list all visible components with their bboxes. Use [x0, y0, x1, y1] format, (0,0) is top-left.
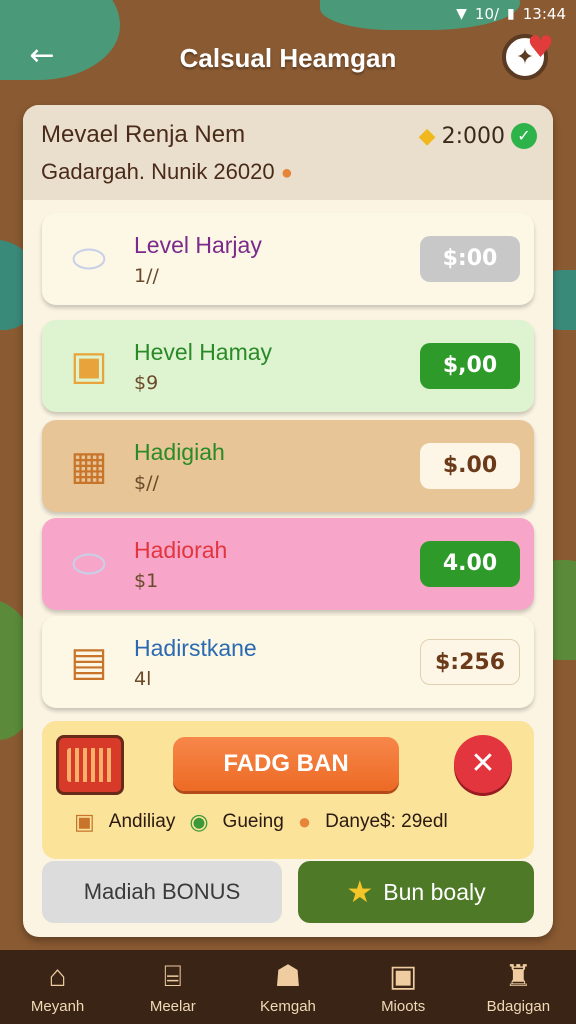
shop-item[interactable]: ▦ Hadigiah $// $.00 — [42, 420, 534, 512]
scroll-icon: ⬭ — [71, 541, 107, 587]
shop-panel: Mevael Renja Nem Gadargah. Nunik 26020 ●… — [23, 105, 553, 937]
nav-label: Kemgah — [260, 998, 316, 1015]
nav-item-home[interactable]: ⌂ Meyanh — [8, 960, 108, 1015]
nav-item-castle[interactable]: ♜ Bdagigan — [468, 959, 568, 1015]
shop-icon: ⌸ — [163, 959, 182, 993]
panel-header: Mevael Renja Nem Gadargah. Nunik 26020 ●… — [23, 105, 553, 200]
perk-label: Danye$: 29edl — [325, 811, 448, 832]
star-icon: ★ — [346, 875, 374, 909]
box-icon: ▣ — [74, 809, 95, 834]
nav-item-cat[interactable]: ☗ Kemgah — [238, 959, 338, 1015]
item-buy-button[interactable]: $:00 — [420, 236, 520, 282]
panel-subtitle: Gadargah. Nunik 26020 ● — [41, 159, 535, 185]
scroll-icon: ⬭ — [71, 236, 107, 282]
status-time: 13:44 — [522, 5, 566, 23]
nav-label: Meyanh — [30, 997, 85, 1015]
bonus-button[interactable]: Madiah BONUS — [42, 861, 282, 923]
peach-icon: ● — [280, 162, 293, 184]
item-buy-button[interactable]: $.00 — [420, 443, 520, 489]
bottom-buttons: Madiah BONUS ★ Bun boaly — [42, 861, 534, 923]
coins-icon: ◉ — [189, 809, 209, 834]
perk-label: Andiliay — [108, 811, 176, 832]
radio-icon — [56, 735, 124, 795]
parcel-icon: ▤ — [70, 639, 108, 685]
back-arrow-icon: ← — [29, 38, 55, 73]
currency-value: 2:000 — [441, 123, 505, 149]
close-icon: ✕ — [470, 746, 496, 781]
chest-icon: ▣ — [70, 343, 108, 389]
nav-label: Meelar — [149, 997, 196, 1015]
shop-item[interactable]: ▣ Hevel Hamay $9 $,00 — [42, 320, 534, 412]
perk-label: Gueing — [222, 811, 284, 832]
castle-icon: ♜ — [504, 960, 532, 993]
back-button[interactable]: ← — [24, 38, 60, 74]
wifi-icon: ▼ — [456, 6, 467, 22]
battery-icon: ▮ — [507, 6, 515, 22]
item-buy-button[interactable]: $,00 — [420, 343, 520, 389]
item-buy-button[interactable]: $:256 — [420, 639, 520, 685]
shop-item[interactable]: ⬭ Level Harjay 1// $:00 — [42, 213, 534, 305]
buy-button-label: Bun boaly — [383, 878, 486, 905]
nav-item-shop[interactable]: ⌸ Meelar — [123, 960, 223, 1015]
status-bar: ▼ 10/ ▮ 13:44 — [0, 0, 576, 28]
promo-button[interactable]: FADG BAN — [173, 737, 399, 791]
promo-banner: FADG BAN ✕ ▣ Andiliay ◉ Gueing ● Danye$:… — [42, 721, 534, 859]
shop-item[interactable]: ▤ Hadirstkane 4l $:256 — [42, 616, 534, 708]
gem-icon: ◆ — [418, 123, 436, 149]
header: ← Calsual Heamgan ✦ ♥ — [0, 30, 576, 84]
quest-icon: ▣ — [388, 960, 418, 993]
network-label: 10/ — [474, 5, 500, 23]
item-buy-button[interactable]: 4.00 — [420, 541, 520, 587]
home-icon: ⌂ — [48, 959, 67, 993]
buy-button[interactable]: ★ Bun boaly — [298, 861, 534, 923]
nav-label: Mioots — [381, 998, 426, 1015]
shop-item[interactable]: ⬭ Hadiorah $1 4.00 — [42, 518, 534, 610]
check-icon: ✓ — [511, 123, 537, 149]
bottom-nav: ⌂ Meyanh ⌸ Meelar ☗ Kemgah ▣ Mioots ♜ Bd… — [0, 950, 576, 1024]
cat-icon: ☗ — [274, 960, 302, 993]
heart-icon: ♥ — [527, 30, 554, 65]
panel-subtitle-text: Gadargah. Nunik 26020 — [41, 159, 275, 184]
promo-close-button[interactable]: ✕ — [454, 735, 512, 793]
favorite-button[interactable]: ✦ ♥ — [502, 30, 554, 80]
nav-item-quests[interactable]: ▣ Mioots — [353, 959, 453, 1015]
gift-box-icon: ▦ — [70, 443, 108, 489]
peach-icon: ● — [297, 809, 312, 834]
nav-label: Bdagigan — [486, 998, 551, 1015]
currency-display: ◆ 2:000 ✓ — [419, 123, 537, 149]
promo-perks: ▣ Andiliay ◉ Gueing ● Danye$: 29edl — [74, 809, 448, 835]
page-title: Calsual Heamgan — [179, 42, 397, 73]
